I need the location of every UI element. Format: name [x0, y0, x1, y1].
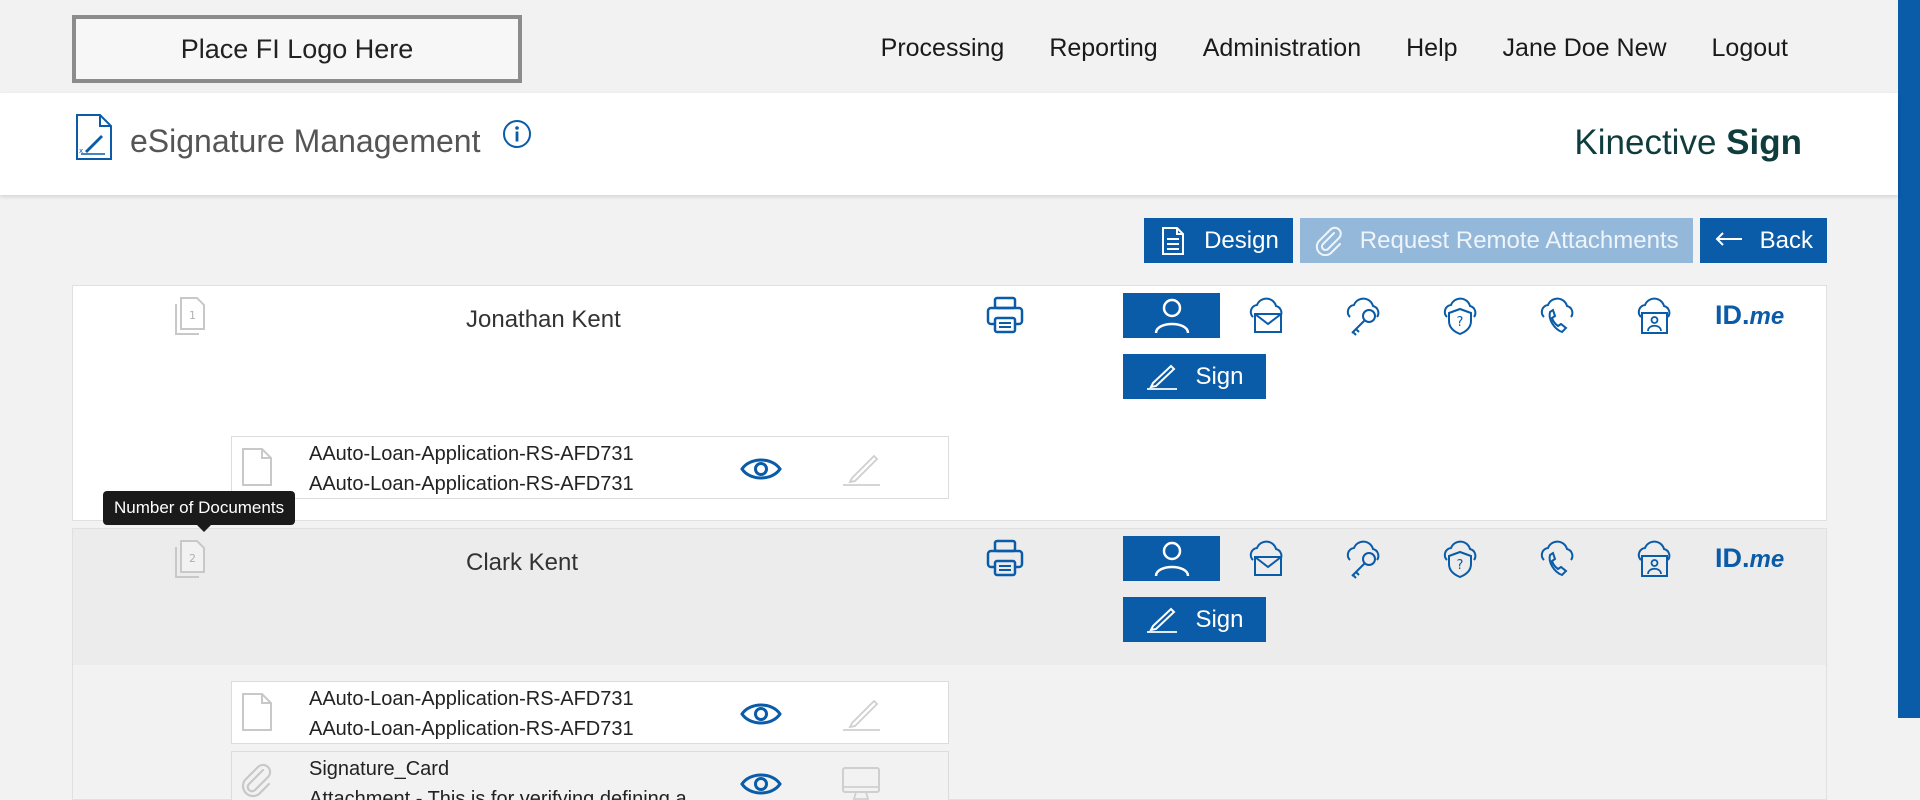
esignature-document-icon: x: [76, 114, 112, 160]
computer-monitor-icon: [842, 767, 880, 800]
cloud-id-card-icon[interactable]: [1633, 295, 1675, 337]
paperclip-icon: [1315, 226, 1342, 256]
cloud-email-icon[interactable]: [1245, 295, 1287, 337]
signer-panel: 1 Jonathan Kent ? ID.me Sign AAuto-Loan-…: [72, 285, 1827, 521]
document-list-icon: [1162, 226, 1185, 255]
printer-icon[interactable]: [985, 538, 1025, 578]
cloud-key-icon[interactable]: [1342, 538, 1384, 580]
cloud-key-icon[interactable]: [1342, 295, 1384, 337]
nav-processing[interactable]: Processing: [881, 34, 1005, 63]
document-count-icon[interactable]: 2: [173, 539, 207, 579]
sign-button-label: Sign: [1195, 605, 1244, 633]
svg-text:x: x: [79, 147, 83, 155]
page-title: eSignature Management: [130, 123, 481, 159]
sign-button-label: Sign: [1195, 362, 1244, 390]
document-row: AAuto-Loan-Application-RS-AFD731 AAuto-L…: [231, 436, 949, 499]
pen-signature-icon: [1147, 607, 1178, 633]
printer-icon[interactable]: [985, 295, 1025, 335]
nav-user-name[interactable]: Jane Doe New: [1503, 34, 1667, 63]
info-icon[interactable]: [502, 119, 532, 149]
back-button-label: Back: [1759, 226, 1813, 254]
signer-header: 1 Jonathan Kent ? ID.me Sign: [73, 286, 1826, 422]
idme-prefix: ID.: [1715, 543, 1750, 573]
authentication-options: ? ID.me: [1123, 293, 1784, 338]
signer-header: 2 Clark Kent ? ID.me Sign: [73, 529, 1826, 665]
attachment-name: Signature_Card: [309, 758, 450, 780]
cloud-phone-icon[interactable]: [1536, 538, 1578, 580]
cloud-id-card-icon[interactable]: [1633, 538, 1675, 580]
cloud-security-question-icon[interactable]: ?: [1439, 295, 1481, 337]
brand-light: Kinective: [1574, 123, 1717, 162]
number-of-documents-tooltip: Number of Documents: [103, 491, 296, 532]
logo-text: Place FI Logo Here: [180, 33, 414, 64]
attachment-description: Attachment - This is for verifying defin…: [309, 788, 687, 800]
document-name: AAuto-Loan-Application-RS-AFD731: [309, 443, 634, 465]
sign-pen-icon: [843, 699, 880, 731]
signer-name: Clark Kent: [466, 549, 579, 576]
sign-button[interactable]: Sign: [1123, 597, 1266, 642]
sign-pen-icon: [843, 454, 880, 486]
nav-administration[interactable]: Administration: [1203, 34, 1361, 63]
main-nav: Processing Reporting Administration Help…: [881, 34, 1788, 63]
attachment-row: Signature_Card Attachment - This is for …: [231, 751, 949, 800]
cloud-phone-icon[interactable]: [1536, 295, 1578, 337]
page-scrollbar-thumb[interactable]: [1898, 0, 1920, 718]
fi-logo-placeholder: Place FI Logo Here: [72, 15, 522, 83]
page-scrollbar-track[interactable]: [1898, 0, 1920, 800]
user-icon: [1154, 298, 1189, 333]
view-eye-icon[interactable]: [740, 700, 782, 728]
document-icon: [242, 448, 272, 486]
document-icon: [242, 693, 272, 731]
document-count: 1: [189, 309, 196, 322]
action-toolbar: Design Request Remote Attachments Back: [1144, 218, 1827, 263]
brand-bold: Sign: [1726, 123, 1802, 162]
document-name: AAuto-Loan-Application-RS-AFD731: [309, 688, 634, 710]
user-icon: [1154, 541, 1189, 576]
document-count: 2: [189, 552, 196, 565]
idme-suffix: me: [1749, 303, 1785, 330]
signer-name: Jonathan Kent: [466, 306, 621, 333]
design-button-label: Design: [1204, 226, 1279, 254]
document-description: AAuto-Loan-Application-RS-AFD731: [309, 718, 634, 740]
nav-reporting[interactable]: Reporting: [1049, 34, 1157, 63]
tooltip-text: Number of Documents: [114, 498, 285, 517]
in-person-auth-button[interactable]: [1123, 536, 1220, 581]
svg-text:?: ?: [1457, 558, 1464, 573]
idme-suffix: me: [1749, 546, 1785, 573]
request-remote-attachments-label: Request Remote Attachments: [1359, 226, 1679, 254]
document-row: AAuto-Loan-Application-RS-AFD731 AAuto-L…: [231, 681, 949, 744]
signer-panel: 2 Clark Kent ? ID.me Sign AAuto-Loan-App…: [72, 528, 1827, 800]
in-person-auth-button[interactable]: [1123, 293, 1220, 338]
document-count-icon[interactable]: 1: [173, 296, 207, 336]
cloud-security-question-icon[interactable]: ?: [1439, 538, 1481, 580]
view-eye-icon[interactable]: [740, 455, 782, 483]
view-eye-icon[interactable]: [740, 770, 782, 798]
page-header: x eSignature Management Kinective Sign: [0, 93, 1898, 195]
back-button[interactable]: Back: [1699, 218, 1827, 263]
design-button[interactable]: Design: [1144, 218, 1293, 263]
idme-auth-option[interactable]: ID.me: [1715, 543, 1784, 574]
sign-button[interactable]: Sign: [1123, 354, 1266, 399]
pen-signature-icon: [1147, 364, 1178, 390]
idme-prefix: ID.: [1715, 300, 1750, 330]
authentication-options: ? ID.me: [1123, 536, 1784, 581]
cloud-email-icon[interactable]: [1245, 538, 1287, 580]
nav-help[interactable]: Help: [1406, 34, 1457, 63]
svg-text:?: ?: [1457, 315, 1464, 330]
arrow-left-icon: [1715, 231, 1742, 246]
brand-logo: Kinective Sign: [1574, 123, 1802, 163]
request-remote-attachments-button[interactable]: Request Remote Attachments: [1299, 218, 1693, 263]
nav-logout[interactable]: Logout: [1712, 34, 1788, 63]
idme-auth-option[interactable]: ID.me: [1715, 300, 1784, 331]
top-bar: Place FI Logo Here Processing Reporting …: [0, 0, 1898, 93]
paperclip-icon: [241, 763, 272, 798]
document-description: AAuto-Loan-Application-RS-AFD731: [309, 473, 634, 495]
